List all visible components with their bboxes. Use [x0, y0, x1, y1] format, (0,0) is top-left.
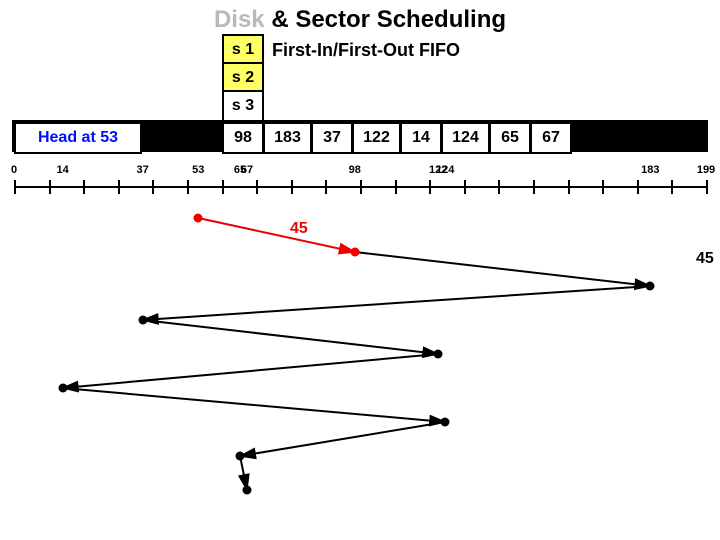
seek-path: [0, 0, 720, 540]
queue-cell-3: 122: [352, 122, 401, 154]
title-amp: &: [265, 6, 296, 33]
seek-point: [138, 316, 147, 325]
axis-tick-label: 14: [57, 164, 69, 176]
seek-point: [434, 350, 443, 359]
axis-tick-label: 199: [697, 164, 715, 176]
axis-tick-label: 37: [137, 164, 149, 176]
axis-tick-label: 67: [241, 164, 253, 176]
seek-point: [646, 282, 655, 291]
stack-s3: s 3: [222, 90, 264, 122]
seek-point: [350, 248, 359, 257]
axis-tick-label: 53: [192, 164, 204, 176]
queue-cell-4: 14: [400, 122, 442, 154]
subtitle-a: First-In/First-Out: [272, 40, 414, 60]
first-seek-distance-side: 45: [696, 250, 714, 268]
subtitle-b: FIFO: [419, 40, 460, 60]
queue-cell-5: 124: [441, 122, 490, 154]
page-title: Disk & Sector Scheduling: [0, 6, 720, 34]
axis-tick-label: 98: [349, 164, 361, 176]
axis-tick-label: 124: [436, 164, 454, 176]
title-rest: Sector Scheduling: [295, 6, 506, 33]
seek-point: [58, 384, 67, 393]
queue-cell-6: 65: [489, 122, 531, 154]
algo-subtitle: First-In/First-Out FIFO: [272, 40, 460, 61]
head-position-label: Head at 53: [38, 129, 118, 147]
seek-point: [194, 214, 203, 223]
first-seek-distance-inline: 45: [290, 220, 308, 238]
head-position-box: Head at 53: [14, 122, 142, 154]
cylinder-axis: 0143753656798122124183199: [14, 174, 706, 200]
queue-cell-1: 183: [263, 122, 312, 154]
queue-cell-7: 67: [530, 122, 572, 154]
axis-tick-label: 183: [641, 164, 659, 176]
seek-point: [441, 418, 450, 427]
diagram-root: Disk & Sector Scheduling First-In/First-…: [0, 0, 720, 540]
queue-cell-0: 98: [222, 122, 264, 154]
axis-tick-label: 0: [11, 164, 17, 176]
title-muted: Disk: [214, 6, 265, 33]
queue-cell-2: 37: [311, 122, 353, 154]
seek-point: [236, 452, 245, 461]
seek-point: [242, 486, 251, 495]
